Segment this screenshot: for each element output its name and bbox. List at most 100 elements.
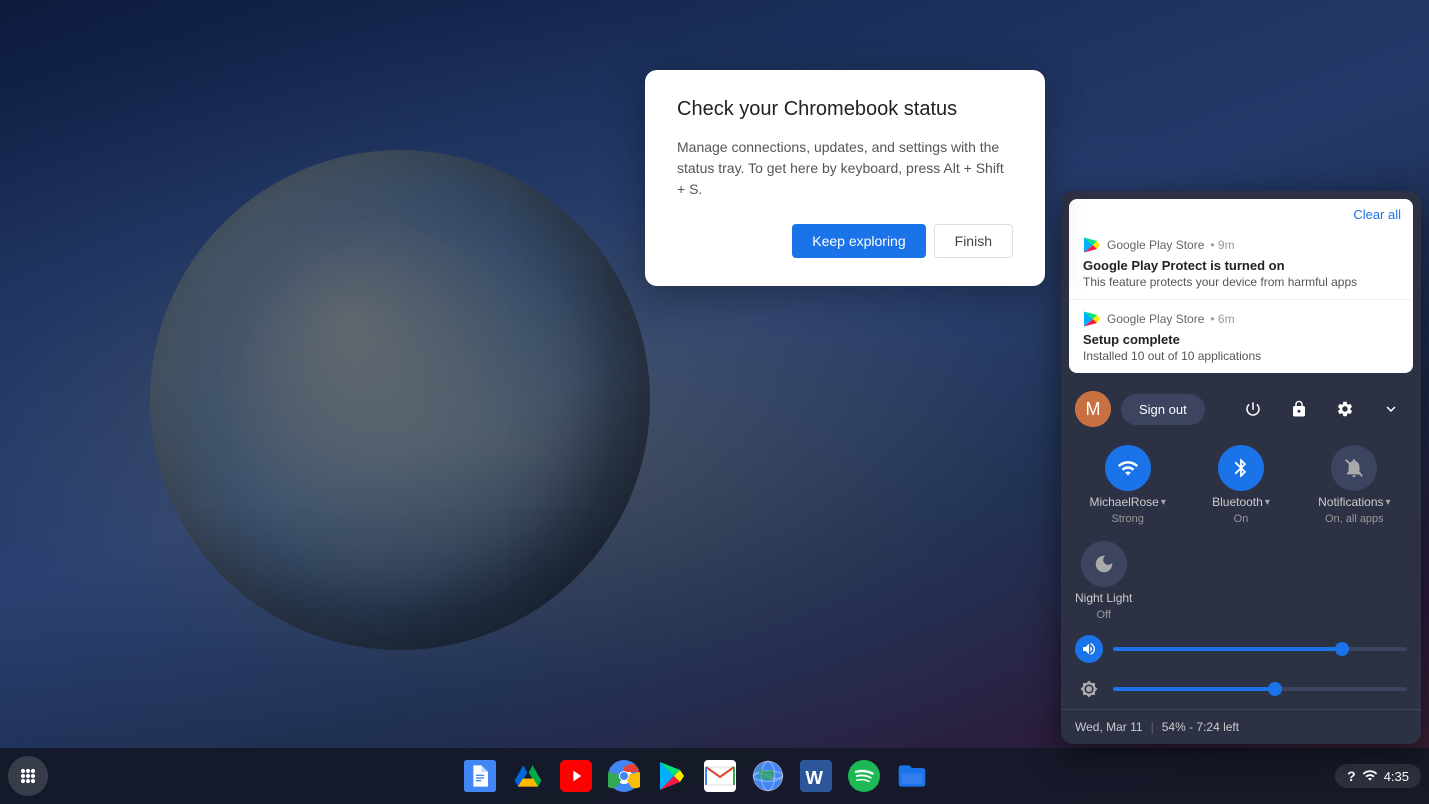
bluetooth-label-row: Bluetooth ▾ <box>1212 495 1270 509</box>
app-launcher-button[interactable] <box>8 756 48 796</box>
google-drive-icon <box>512 760 544 792</box>
brightness-slider-thumb[interactable] <box>1268 682 1282 696</box>
power-icon <box>1244 400 1262 418</box>
lock-button[interactable] <box>1283 393 1315 425</box>
volume-icon[interactable] <box>1075 635 1103 663</box>
google-docs-icon <box>464 760 496 792</box>
night-light-icon-container <box>1081 541 1127 587</box>
volume-slider-track[interactable] <box>1113 647 1407 651</box>
wifi-chevron: ▾ <box>1161 497 1166 508</box>
night-light-icon <box>1093 553 1115 575</box>
user-avatar[interactable]: M <box>1075 391 1111 427</box>
footer-battery: 54% - 7:24 left <box>1162 720 1239 734</box>
quick-settings-panel: Clear all Google Play Store • 9m Google … <box>1061 191 1421 744</box>
wifi-toggle[interactable]: MichaelRose ▾ Strong <box>1075 445 1180 525</box>
taskbar-status-area[interactable]: ? 4:35 <box>1335 764 1421 788</box>
notifications-icon <box>1343 457 1365 479</box>
notification-item-2[interactable]: Google Play Store • 6m Setup complete In… <box>1069 300 1413 373</box>
launcher-icon <box>18 766 38 786</box>
notification-header: Clear all <box>1069 199 1413 226</box>
wifi-icon-container <box>1105 445 1151 491</box>
notifications-chevron: ▾ <box>1386 497 1391 508</box>
microsoft-word-icon: W <box>800 760 832 792</box>
google-play-icon <box>656 760 688 792</box>
taskbar-app-google-earth[interactable] <box>746 754 790 798</box>
taskbar-app-google-play[interactable] <box>650 754 694 798</box>
volume-up-icon <box>1081 641 1097 657</box>
brightness-icon[interactable] <box>1075 675 1103 703</box>
panel-footer: Wed, Mar 11 | 54% - 7:24 left <box>1061 709 1421 744</box>
chromebook-status-dialog: Check your Chromebook status Manage conn… <box>645 70 1045 286</box>
lock-icon <box>1290 400 1308 418</box>
svg-text:W: W <box>805 767 823 788</box>
notification-area: Clear all Google Play Store • 9m Google … <box>1069 199 1413 373</box>
gmail-icon <box>704 760 736 792</box>
avatar-icon: M <box>1075 391 1111 427</box>
notification-source-2: Google Play Store • 6m <box>1083 310 1399 328</box>
dialog-body: Manage connections, updates, and setting… <box>677 137 1013 200</box>
brightness-slider-track[interactable] <box>1113 687 1407 691</box>
clear-all-button[interactable]: Clear all <box>1353 207 1401 222</box>
help-icon: ? <box>1347 768 1356 784</box>
taskbar-app-youtube[interactable] <box>554 754 598 798</box>
bluetooth-icon-container <box>1218 445 1264 491</box>
taskbar-app-google-docs[interactable] <box>458 754 502 798</box>
brightness-icon-svg <box>1080 680 1098 698</box>
footer-date: Wed, Mar 11 <box>1075 720 1143 734</box>
toggle-area: MichaelRose ▾ Strong Bluetooth ▾ On <box>1061 437 1421 533</box>
globe-decoration <box>150 150 650 650</box>
brightness-slider-fill <box>1113 687 1275 691</box>
taskbar-time: 4:35 <box>1384 769 1409 784</box>
bluetooth-icon <box>1230 457 1252 479</box>
taskbar-app-spotify[interactable] <box>842 754 886 798</box>
bluetooth-sublabel: On <box>1234 513 1249 525</box>
notification-body-2: Installed 10 out of 10 applications <box>1083 349 1399 363</box>
night-light-toggle[interactable]: Night Light Off <box>1075 541 1132 621</box>
wifi-icon <box>1117 457 1139 479</box>
notifications-icon-container <box>1331 445 1377 491</box>
keep-exploring-button[interactable]: Keep exploring <box>792 224 925 258</box>
night-light-label: Night Light <box>1075 591 1132 605</box>
settings-icon <box>1336 400 1354 418</box>
chevron-down-icon <box>1382 400 1400 418</box>
svg-text:M: M <box>1086 399 1101 419</box>
finish-button[interactable]: Finish <box>934 224 1013 258</box>
notifications-label: Notifications <box>1318 495 1383 509</box>
files-icon <box>896 760 928 792</box>
play-store-icon-1 <box>1083 236 1101 254</box>
notifications-sublabel: On, all apps <box>1325 513 1384 525</box>
notification-source-1: Google Play Store • 9m <box>1083 236 1399 254</box>
taskbar-app-chrome[interactable] <box>602 754 646 798</box>
spotify-icon <box>848 760 880 792</box>
volume-slider-fill <box>1113 647 1342 651</box>
wifi-label: MichaelRose <box>1089 495 1158 509</box>
volume-slider-row <box>1061 629 1421 669</box>
notification-item-1[interactable]: Google Play Store • 9m Google Play Prote… <box>1069 226 1413 300</box>
bluetooth-label: Bluetooth <box>1212 495 1263 509</box>
power-button[interactable] <box>1237 393 1269 425</box>
taskbar-status: ? 4:35 <box>1335 764 1421 788</box>
taskbar-app-gmail[interactable] <box>698 754 742 798</box>
expand-button[interactable] <box>1375 393 1407 425</box>
night-light-row: Night Light Off <box>1061 533 1421 629</box>
taskbar: W <box>0 748 1429 804</box>
wifi-sublabel: Strong <box>1111 513 1143 525</box>
dialog-title: Check your Chromebook status <box>677 98 1013 121</box>
sign-out-button[interactable]: Sign out <box>1121 394 1205 425</box>
notification-title-1: Google Play Protect is turned on <box>1083 258 1399 273</box>
settings-button[interactable] <box>1329 393 1361 425</box>
dialog-actions: Keep exploring Finish <box>677 224 1013 258</box>
notification-source-time-2: • 6m <box>1210 312 1234 326</box>
notification-source-name-1: Google Play Store <box>1107 238 1204 252</box>
bluetooth-toggle[interactable]: Bluetooth ▾ On <box>1188 445 1293 525</box>
brightness-slider-row <box>1061 669 1421 709</box>
taskbar-app-google-drive[interactable] <box>506 754 550 798</box>
taskbar-app-files[interactable] <box>890 754 934 798</box>
notifications-toggle[interactable]: Notifications ▾ On, all apps <box>1302 445 1407 525</box>
volume-slider-thumb[interactable] <box>1335 642 1349 656</box>
footer-separator: | <box>1151 720 1154 734</box>
notification-body-1: This feature protects your device from h… <box>1083 275 1399 289</box>
taskbar-app-microsoft-word[interactable]: W <box>794 754 838 798</box>
desktop: Check your Chromebook status Manage conn… <box>0 0 1429 804</box>
night-light-sublabel: Off <box>1096 609 1110 621</box>
